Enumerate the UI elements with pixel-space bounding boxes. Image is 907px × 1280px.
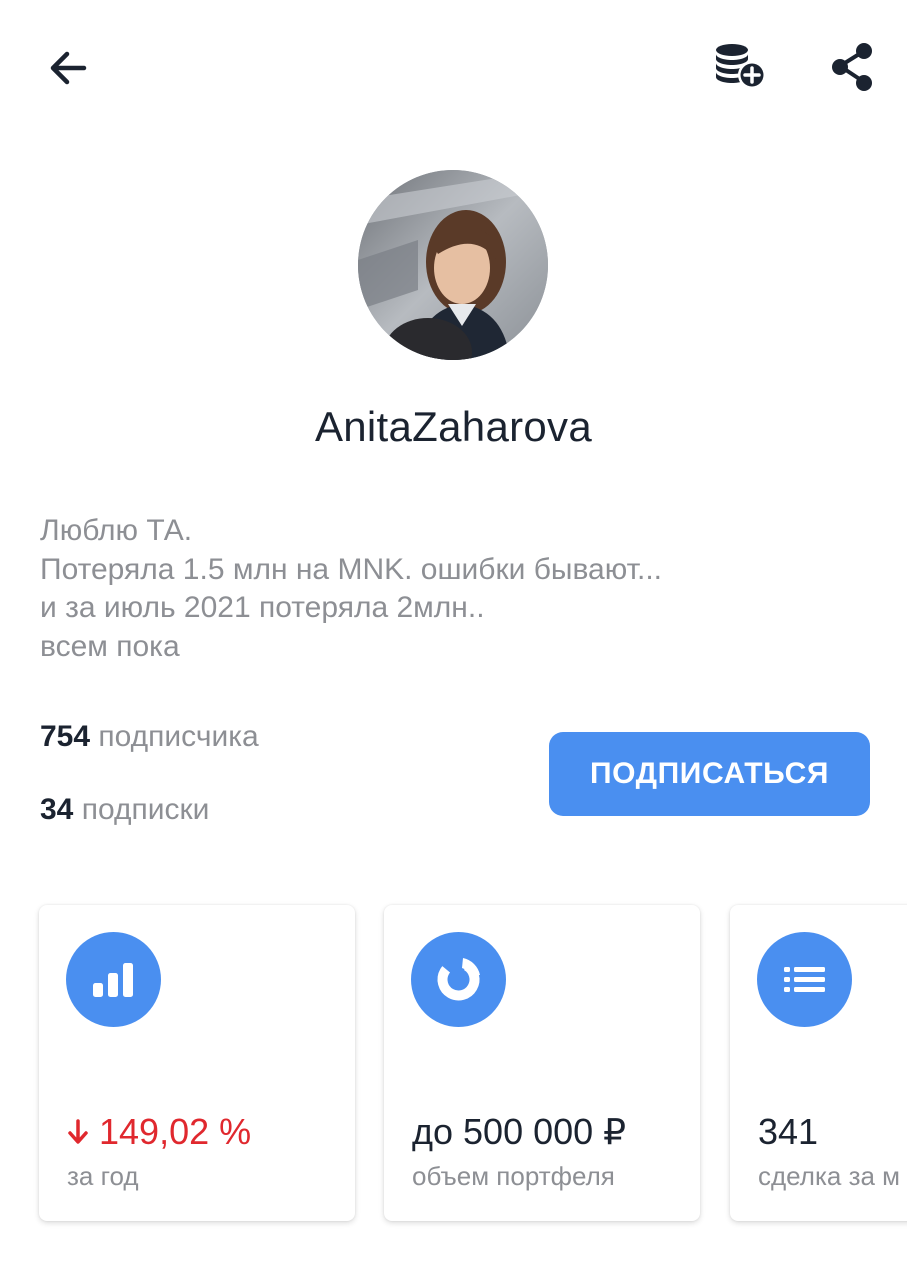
back-button[interactable] <box>40 40 96 96</box>
yield-label: за год <box>67 1161 139 1191</box>
portfolio-label: объем портфеля <box>412 1161 615 1191</box>
followers-count: 754 <box>40 720 91 753</box>
add-to-portfolio-button[interactable] <box>708 38 772 98</box>
arrow-down-icon <box>67 1119 89 1145</box>
share-icon <box>820 38 884 98</box>
list-icon <box>757 932 852 1027</box>
bio-line: Люблю ТА. <box>40 514 193 547</box>
bio: Люблю ТА. Потеряла 1.5 млн на MNK. ошибк… <box>40 512 870 666</box>
stat-card-trades[interactable]: 341 сделка за м <box>730 905 907 1221</box>
bio-line: и за июль 2021 потеряла 2млн.. <box>40 591 485 624</box>
arrow-left-icon <box>40 40 96 96</box>
following-label: подписки <box>81 793 210 826</box>
yield-value: 149,02 % <box>67 1111 251 1153</box>
subscribe-button[interactable]: ПОДПИСАТЬСЯ <box>549 732 870 816</box>
yield-value-text: 149,02 % <box>99 1111 252 1152</box>
bar-chart-icon <box>66 932 161 1027</box>
bio-line: всем пока <box>40 629 180 663</box>
donut-chart-icon <box>411 932 506 1027</box>
share-button[interactable] <box>820 38 884 98</box>
username: AnitaZaharova <box>314 403 593 450</box>
followers-link[interactable]: 754 подписчика <box>40 720 259 754</box>
stat-card-portfolio[interactable]: до 500 000 ₽ объем портфеля <box>384 905 700 1221</box>
avatar <box>358 170 548 360</box>
bio-line: Потеряла 1.5 млн на MNK. ошибки бывают..… <box>40 552 662 586</box>
stat-card-yield[interactable]: 149,02 % за год <box>39 905 355 1221</box>
trades-label: сделка за м <box>758 1161 901 1191</box>
trades-value: 341 <box>758 1111 819 1152</box>
followers-label: подписчика <box>98 720 259 753</box>
portfolio-value: до 500 000 ₽ <box>412 1111 627 1152</box>
profile-screen: AnitaZaharova Люблю ТА. Потеряла 1.5 млн… <box>0 0 907 1280</box>
following-link[interactable]: 34 подписки <box>40 793 209 827</box>
coins-add-icon <box>708 38 772 98</box>
following-count: 34 <box>40 793 74 826</box>
